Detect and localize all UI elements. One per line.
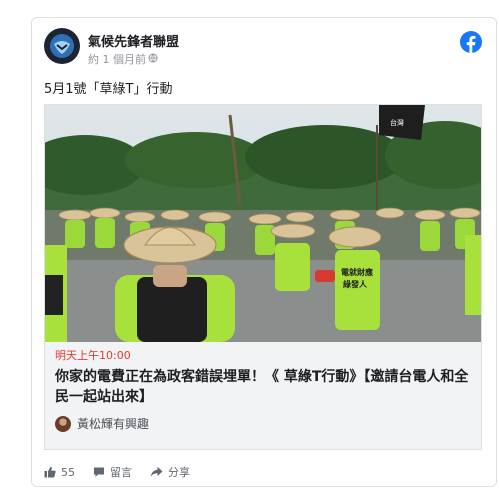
- shirt-text-line-1: 電就財應: [341, 267, 373, 277]
- comment-label: 留言: [110, 466, 132, 479]
- post-text: 5月1號「草綠T」行動: [44, 82, 173, 97]
- post-timestamp[interactable]: 約 1 個月前: [88, 51, 158, 67]
- page-avatar[interactable]: [44, 28, 80, 64]
- event-photo[interactable]: 台灣 電就財應 綠發人: [45, 105, 481, 342]
- timestamp-text: 約 1 個月前: [88, 53, 146, 66]
- thumbs-up-icon: [44, 466, 56, 478]
- post-header: 氣候先鋒者聯盟 約 1 個月前: [32, 18, 496, 74]
- interest-text[interactable]: 黃松輝有興趣: [77, 415, 149, 432]
- shirt-text-line-2: 綠發人: [343, 279, 368, 289]
- event-title[interactable]: 你家的電費正在為政客錯誤埋單！《 草綠T行動》【邀請台電人和全民一起站出來】: [55, 367, 471, 407]
- page-name[interactable]: 氣候先鋒者聯盟: [88, 31, 179, 50]
- facebook-logo-icon[interactable]: [460, 31, 482, 53]
- comment-button[interactable]: 留言: [93, 464, 132, 480]
- like-count: 55: [61, 465, 75, 479]
- like-button[interactable]: 55: [44, 466, 75, 479]
- friend-avatar[interactable]: [55, 415, 71, 432]
- share-label: 分享: [168, 466, 190, 479]
- action-bar: 55 留言 分享: [44, 464, 208, 480]
- comment-icon: [93, 466, 105, 478]
- event-time: 明天上午10:00: [55, 349, 131, 362]
- interest-row: 黃松輝有興趣: [55, 415, 471, 432]
- share-icon: [150, 466, 163, 478]
- globe-icon: [148, 53, 158, 66]
- event-preview[interactable]: 台灣 電就財應 綠發人 明天上午10:00 你家的電費正在為政客錯誤埋單！《 草…: [44, 104, 482, 450]
- flag-text: 台灣: [390, 118, 404, 127]
- event-details: 明天上午10:00 你家的電費正在為政客錯誤埋單！《 草綠T行動》【邀請台電人和…: [55, 349, 471, 432]
- share-button[interactable]: 分享: [150, 464, 190, 480]
- post-card: 氣候先鋒者聯盟 約 1 個月前 5月1號「草綠T」行動 台灣 電就財應 綠發人 …: [31, 17, 497, 487]
